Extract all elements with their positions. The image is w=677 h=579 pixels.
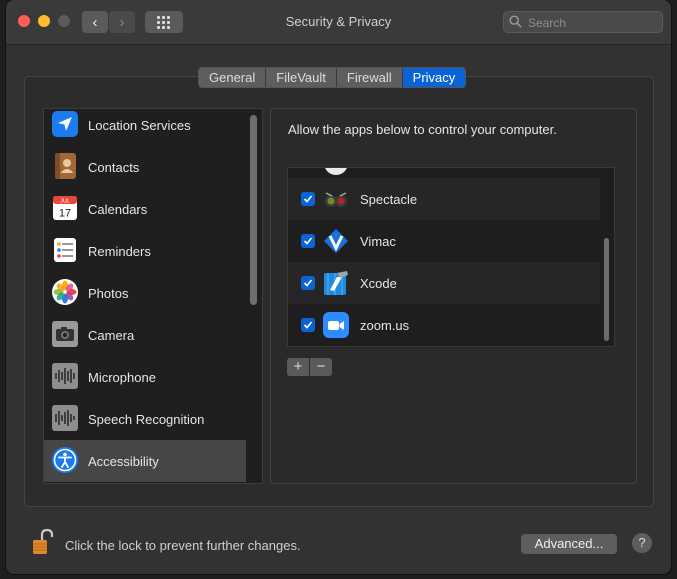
calendar-day-text: 17: [59, 208, 71, 220]
app-name: zoom.us: [360, 318, 410, 333]
vimac-checkbox[interactable]: [301, 234, 315, 248]
sidebar-item-reminders[interactable]: Reminders: [44, 230, 246, 272]
sidebar-item-label: Accessibility: [88, 453, 159, 469]
tab-bar: General FileVault Firewall Privacy: [198, 67, 467, 88]
location-arrow-icon: [52, 111, 78, 137]
spectacle-checkbox[interactable]: [301, 192, 315, 206]
checkmark-icon: [303, 237, 313, 245]
add-app-button[interactable]: +: [287, 358, 309, 376]
sidebar-item-contacts[interactable]: Contacts: [44, 146, 246, 188]
list-item: Xcode: [288, 262, 600, 304]
sidebar-item-speech-recognition[interactable]: Speech Recognition: [44, 398, 246, 440]
app-name: Xcode: [360, 276, 397, 291]
camera-icon: [52, 321, 78, 347]
sidebar-item-accessibility[interactable]: Accessibility: [44, 440, 246, 482]
sidebar-item-label: Camera: [88, 327, 135, 343]
sidebar-item-label: Photos: [88, 285, 129, 301]
list-item: Spectacle: [288, 178, 600, 220]
app-name: Vimac: [360, 234, 396, 249]
accessibility-icon: [52, 447, 78, 473]
reminders-list-icon: [54, 238, 76, 262]
sidebar-item-label: Speech Recognition: [88, 411, 205, 427]
app-list: Spectacle Vimac Xcode zoom.us: [287, 167, 615, 347]
sidebar-item-location-services[interactable]: Location Services: [44, 109, 246, 146]
spectacle-icon: [325, 192, 347, 207]
advanced-button[interactable]: Advanced...: [521, 534, 617, 554]
sidebar-item-label: Calendars: [88, 201, 148, 217]
checkmark-icon: [303, 321, 313, 329]
waveform-icon: [52, 405, 78, 431]
contacts-book-icon: [55, 153, 76, 179]
tab-privacy[interactable]: Privacy: [402, 68, 466, 87]
app-list-scrollbar[interactable]: [604, 238, 609, 341]
list-item: zoom.us: [288, 304, 600, 346]
xcode-hammer-icon: [324, 271, 348, 295]
sidebar-item-camera[interactable]: Camera: [44, 314, 246, 356]
waveform-icon: [52, 363, 78, 389]
search-input[interactable]: [526, 14, 660, 32]
checkmark-icon: [303, 279, 313, 287]
xcode-checkbox[interactable]: [301, 276, 315, 290]
sidebar-item-label: Contacts: [88, 159, 140, 175]
sidebar-item-label: Location Services: [88, 117, 191, 133]
tab-filevault[interactable]: FileVault: [266, 68, 337, 87]
help-button[interactable]: ?: [632, 533, 652, 553]
sidebar-scrollbar[interactable]: [250, 115, 257, 305]
search-field[interactable]: [503, 11, 663, 33]
title-bar: ‹ › Security & Privacy: [6, 0, 671, 45]
calendar-month-text: JUL: [60, 199, 70, 205]
sidebar-item-photos[interactable]: Photos: [44, 272, 246, 314]
zoom-camera-icon: [323, 312, 349, 338]
calendar-icon: JUL 17: [53, 196, 77, 220]
unlocked-lock-icon[interactable]: [32, 528, 54, 556]
search-icon: [509, 15, 522, 28]
vimac-icon: [324, 229, 348, 253]
security-privacy-window: ‹ › Security & Privacy General FileVault…: [6, 0, 671, 574]
privacy-category-list: Location Services Contacts JUL 17 Calend…: [43, 108, 263, 484]
accessibility-panel: Allow the apps below to control your com…: [270, 108, 637, 484]
sidebar-item-label: Microphone: [88, 369, 156, 385]
checkmark-icon: [303, 195, 313, 203]
partial-app-icon: [325, 168, 347, 175]
sidebar-item-microphone[interactable]: Microphone: [44, 356, 246, 398]
sidebar-item-calendars[interactable]: JUL 17 Calendars: [44, 188, 246, 230]
tab-general[interactable]: General: [199, 68, 267, 87]
list-item: Vimac: [288, 220, 600, 262]
panel-description: Allow the apps below to control your com…: [288, 122, 557, 137]
zoom-checkbox[interactable]: [301, 318, 315, 332]
sidebar-item-label: Reminders: [88, 243, 151, 259]
photos-flower-icon: [52, 279, 78, 305]
remove-app-button[interactable]: −: [310, 358, 332, 376]
lock-status-text: Click the lock to prevent further change…: [65, 538, 301, 553]
tab-firewall[interactable]: Firewall: [336, 68, 403, 87]
app-name: Spectacle: [360, 192, 418, 207]
